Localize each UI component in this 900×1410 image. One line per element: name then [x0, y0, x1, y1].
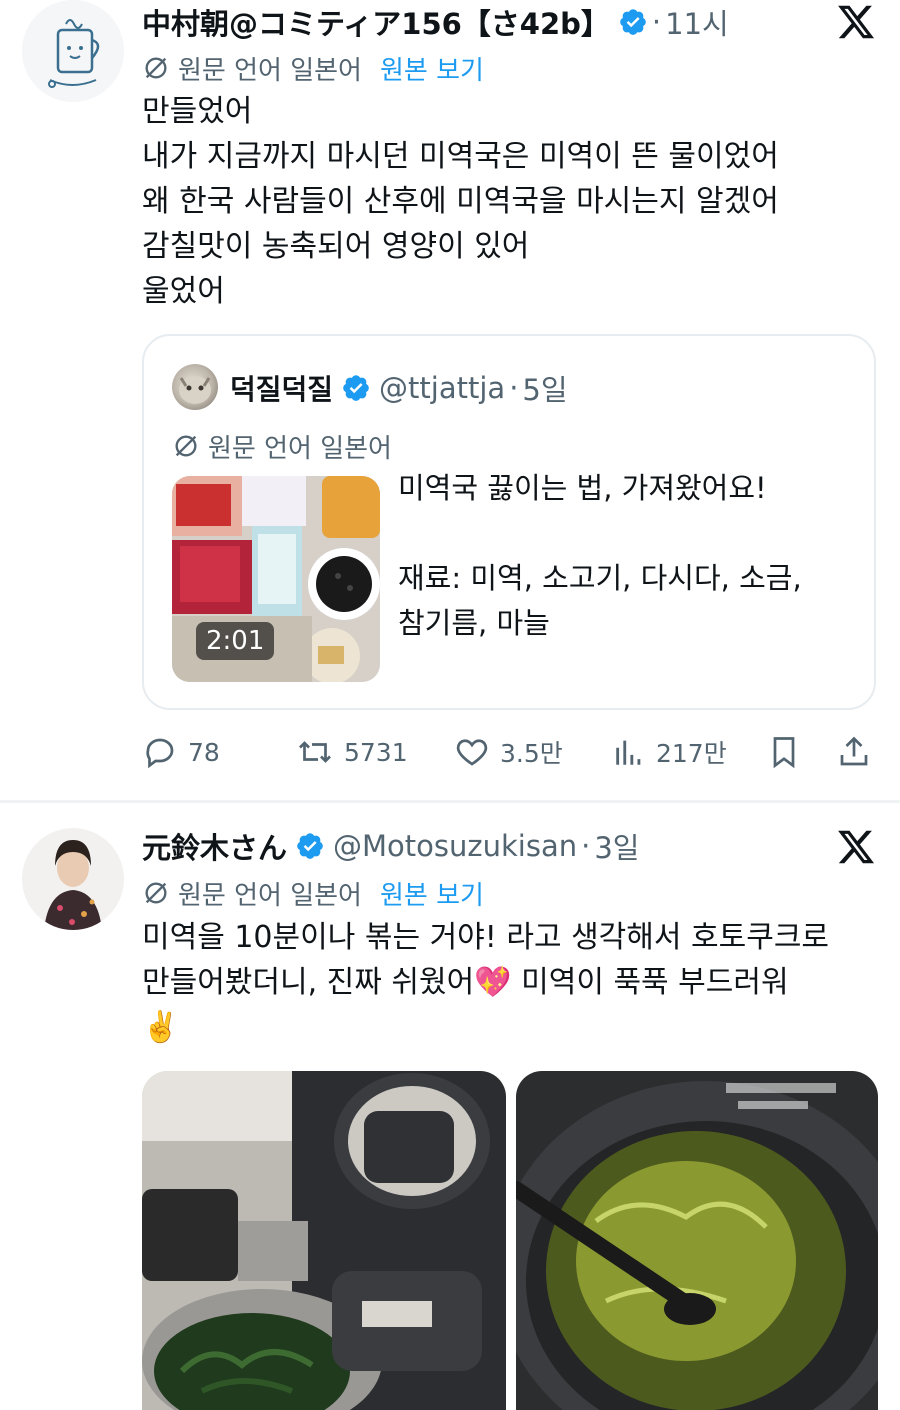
separator-dot: · — [581, 829, 591, 863]
media-image-2[interactable] — [516, 1071, 878, 1410]
quoted-timestamp[interactable]: 5일 — [522, 367, 567, 409]
translate-icon — [145, 57, 167, 79]
tweet-2[interactable]: 元鈴木さん @Motosuzukisan · 3일 원문 언어 일본어 원본 보… — [0, 803, 900, 1410]
translation-row: 원문 언어 일본어 원본 보기 — [142, 875, 484, 911]
timestamp[interactable]: 11시 — [665, 1, 729, 43]
tweet-text-line: 미역을 10분이나 볶는 거야! 라고 생각해서 호토쿠크로 — [142, 920, 830, 955]
media-image-1[interactable] — [142, 1071, 506, 1410]
share-button[interactable] — [836, 730, 882, 774]
translate-icon — [175, 435, 197, 457]
quoted-handle[interactable]: @ttjattja — [379, 371, 505, 405]
cooker-photo — [142, 1071, 506, 1410]
x-logo-icon[interactable] — [836, 2, 876, 42]
tweet-header: 中村朝@コミティア156【さ42b】 · 11시 — [142, 0, 729, 44]
avatar[interactable] — [22, 828, 124, 930]
verified-badge-icon — [297, 833, 323, 859]
reply-button[interactable]: 78 — [142, 730, 220, 774]
heart-icon — [456, 739, 488, 766]
quoted-translation-row: 원문 언어 일본어 — [172, 428, 392, 464]
view-original-link[interactable]: 원본 보기 — [380, 50, 484, 87]
video-thumbnail[interactable]: 2:01 — [172, 476, 380, 682]
quoted-header: 덕질덕질 @ttjattja · 5일 — [230, 366, 568, 410]
tweet-text-line: 울었어 — [142, 274, 225, 309]
quoted-translation-label: 원문 언어 일본어 — [208, 433, 392, 464]
display-name[interactable]: 中村朝@コミティア156【さ42b】 — [142, 1, 610, 43]
quoted-text-line: 재료: 미역, 소고기, 다시다, 소금, — [398, 561, 802, 595]
quoted-text-line: 미역국 끓이는 법, 가져왔어요! — [398, 471, 767, 505]
translation-label: 원문 언어 일본어 — [178, 55, 362, 86]
bookmark-button[interactable] — [766, 730, 812, 774]
soup-photo — [516, 1071, 878, 1410]
verified-badge-icon — [620, 9, 646, 35]
quoted-tweet-card[interactable]: 덕질덕질 @ttjattja · 5일 원문 언어 일본어 2:01 미역국 끓… — [142, 334, 876, 710]
quoted-text-line — [398, 511, 858, 556]
tweet-text-line: 내가 지금까지 마시던 미역국은 미역이 뜬 물이었어 — [142, 139, 779, 174]
timestamp[interactable]: 3일 — [594, 825, 639, 867]
views-icon — [616, 740, 641, 765]
victory-hand-emoji: ✌️ — [142, 1010, 180, 1045]
like-count: 3.5만 — [500, 739, 563, 768]
view-count: 217만 — [656, 739, 727, 768]
repost-button[interactable]: 5731 — [296, 730, 408, 774]
tweet-1[interactable]: 中村朝@コミティア156【さ42b】 · 11시 원문 언어 일본어 원본 보기… — [0, 0, 900, 800]
translate-icon — [145, 882, 167, 904]
avatar[interactable] — [22, 0, 124, 102]
tweet-text-line: 왜 한국 사람들이 산후에 미역국을 마시는지 알겠어 — [142, 184, 779, 219]
quoted-avatar[interactable] — [172, 364, 218, 410]
separator-dot: · — [651, 5, 662, 39]
repost-count: 5731 — [344, 737, 408, 767]
tweet-text-line: 감칠맛이 농축되어 영양이 있어 — [142, 229, 530, 264]
share-icon — [840, 736, 868, 766]
repost-icon — [299, 741, 331, 763]
verified-badge-icon — [343, 375, 369, 401]
video-duration: 2:01 — [196, 622, 275, 660]
display-name[interactable]: 元鈴木さん — [142, 825, 287, 867]
quoted-text-line: 참기름, 마늘 — [398, 606, 550, 640]
handle[interactable]: @Motosuzukisan — [333, 829, 577, 863]
quoted-display-name[interactable]: 덕질덕질 — [230, 368, 333, 408]
like-button[interactable]: 3.5만 — [454, 730, 563, 774]
sparkling-heart-emoji: 💖 — [474, 965, 512, 1000]
translation-row: 원문 언어 일본어 원본 보기 — [142, 50, 484, 86]
tweet-text: 미역을 10분이나 볶는 거야! 라고 생각해서 호토쿠크로 만들어봤더니, 진… — [142, 915, 882, 1050]
reply-count: 78 — [188, 737, 220, 767]
translation-label: 원문 언어 일본어 — [178, 880, 362, 911]
bookmark-icon — [773, 737, 795, 769]
tweet-text-fragment: 미역이 푹푹 부드러워 — [511, 965, 789, 1000]
quoted-text: 미역국 끓이는 법, 가져왔어요! 재료: 미역, 소고기, 다시다, 소금, … — [398, 466, 858, 646]
separator-dot: · — [509, 371, 519, 405]
action-bar: 78 5731 3.5만 217만 — [142, 730, 882, 774]
tweet-text-line: 만들었어 — [142, 94, 253, 129]
views-button[interactable]: 217만 — [612, 730, 727, 774]
tweet-text-fragment: 만들어봤더니, 진짜 쉬웠어 — [142, 965, 475, 1000]
view-original-link[interactable]: 원본 보기 — [380, 875, 484, 912]
tweet-header: 元鈴木さん @Motosuzukisan · 3일 — [142, 824, 639, 868]
tweet-text-line: 만들어봤더니, 진짜 쉬웠어💖 미역이 푹푹 부드러워 — [142, 960, 882, 1005]
reply-icon — [146, 738, 174, 769]
tweet-text: 만들었어 내가 지금까지 마시던 미역국은 미역이 뜬 물이었어 왜 한국 사람… — [142, 89, 882, 314]
x-logo-icon[interactable] — [836, 827, 876, 867]
